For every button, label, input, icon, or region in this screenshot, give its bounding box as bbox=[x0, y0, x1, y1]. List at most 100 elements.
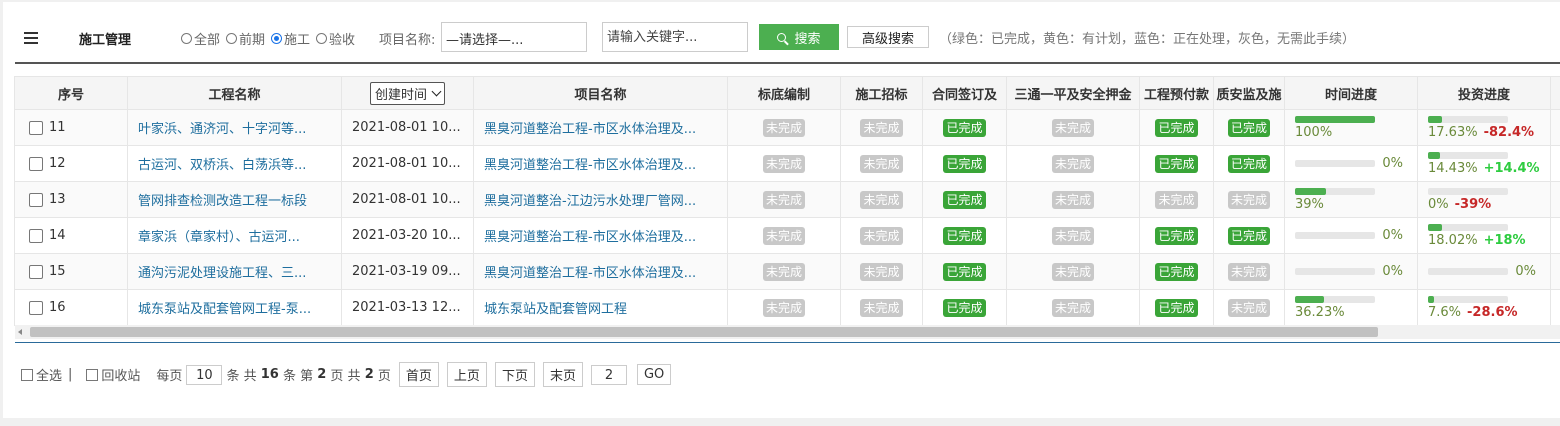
table-row[interactable]: 11 叶家浜、通济河、十字河等... 2021-08-01 10... 黑臭河道整治工… bbox=[14, 109, 1560, 146]
table-row[interactable]: 15 通沟污泥处理设施工程、三... 2021-03-19 09... 黑臭河道整治工… bbox=[14, 253, 1560, 290]
project-name-link[interactable]: 叶家浜、通济河、十字河等... bbox=[127, 109, 342, 146]
table-row[interactable]: 12 古运河、双桥浜、白荡浜等... 2021-08-01 10... 黑臭河道整治工… bbox=[14, 145, 1560, 182]
row-checkbox[interactable] bbox=[29, 156, 43, 171]
col-extra bbox=[1550, 76, 1560, 110]
time-progress-value: 39% bbox=[1295, 196, 1324, 212]
status-badge[interactable]: 已完成 bbox=[943, 226, 986, 245]
status-badge[interactable]: 未完成 bbox=[860, 262, 903, 281]
time-progress: 0% bbox=[1284, 217, 1418, 254]
prev-page-button[interactable]: 上页 bbox=[446, 362, 487, 387]
table-row[interactable]: 16 城东泵站及配套管网工程-泵... 2021-03-13 12... 城东泵站及配… bbox=[14, 289, 1560, 326]
status-cell: 未完成 bbox=[727, 289, 841, 326]
item-name-link[interactable]: 黑臭河道整治-江边污水处理厂管网... bbox=[473, 181, 728, 218]
go-button[interactable]: GO bbox=[636, 364, 672, 385]
item-name-link[interactable]: 黑臭河道整治工程-市区水体治理及... bbox=[473, 253, 728, 290]
project-select[interactable]: —请选择—... bbox=[441, 22, 587, 52]
status-badge[interactable]: 已完成 bbox=[943, 298, 986, 317]
time-progress-value: 0% bbox=[1382, 228, 1403, 243]
radio-acceptance[interactable]: 验收 bbox=[316, 29, 355, 48]
status-cell: 已完成 bbox=[1139, 289, 1214, 326]
radio-early[interactable]: 前期 bbox=[226, 29, 265, 48]
radio-dot bbox=[271, 33, 283, 44]
status-badge[interactable]: 未完成 bbox=[1227, 190, 1270, 209]
recycle-checkbox[interactable] bbox=[86, 368, 99, 381]
status-badge[interactable]: 已完成 bbox=[943, 154, 986, 173]
sort-select[interactable]: 创建时间 bbox=[369, 81, 445, 105]
project-name-link[interactable]: 管网排查检测改造工程一标段 bbox=[127, 181, 342, 218]
item-name-link[interactable]: 黑臭河道整治工程-市区水体治理及... bbox=[473, 109, 728, 146]
radio-all[interactable]: 全部 bbox=[181, 29, 220, 48]
status-badge[interactable]: 已完成 bbox=[1155, 262, 1198, 281]
table-row[interactable]: 13 管网排查检测改造工程一标段 2021-08-01 10... 黑臭河道整治-江边… bbox=[14, 181, 1560, 218]
status-badge[interactable]: 已完成 bbox=[1155, 298, 1198, 317]
row-checkbox[interactable] bbox=[29, 264, 43, 279]
extra-cell bbox=[1550, 253, 1560, 290]
search-button[interactable]: 搜索 bbox=[759, 24, 839, 50]
status-badge[interactable]: 未完成 bbox=[1155, 190, 1198, 209]
invest-progress-bar bbox=[1428, 115, 1508, 123]
status-badge[interactable]: 未完成 bbox=[762, 298, 805, 317]
status-badge[interactable]: 未完成 bbox=[860, 154, 903, 173]
status-badge[interactable]: 未完成 bbox=[1051, 154, 1094, 173]
next-page-button[interactable]: 下页 bbox=[494, 362, 535, 387]
project-name-label: 项目名称: bbox=[379, 33, 436, 48]
first-page-button[interactable]: 首页 bbox=[398, 362, 439, 387]
radio-construction[interactable]: 施工 bbox=[271, 29, 310, 48]
status-badge[interactable]: 未完成 bbox=[762, 190, 805, 209]
item-name-link[interactable]: 城东泵站及配套管网工程 bbox=[473, 289, 728, 326]
status-badge[interactable]: 未完成 bbox=[1051, 190, 1094, 209]
status-badge[interactable]: 未完成 bbox=[1051, 226, 1094, 245]
table-header-row: 序号 工程名称 创建时间 项目名称 标底编制 施工招标 合同签订及 三通一平及安… bbox=[14, 76, 1560, 110]
status-badge[interactable]: 已完成 bbox=[1155, 154, 1198, 173]
created-time: 2021-03-13 12... bbox=[341, 289, 474, 326]
status-badge[interactable]: 未完成 bbox=[762, 154, 805, 173]
status-badge[interactable]: 未完成 bbox=[1227, 298, 1270, 317]
status-badge[interactable]: 未完成 bbox=[1051, 118, 1094, 137]
status-badge[interactable]: 未完成 bbox=[762, 226, 805, 245]
scrollbar-thumb[interactable] bbox=[30, 327, 1378, 337]
status-cell: 已完成 bbox=[922, 289, 1007, 326]
advanced-search-button[interactable]: 高级搜索 bbox=[847, 26, 929, 48]
per-page-input[interactable]: 10 bbox=[186, 364, 223, 385]
scroll-left-icon[interactable] bbox=[18, 329, 22, 335]
item-name-link[interactable]: 黑臭河道整治工程-市区水体治理及... bbox=[473, 217, 728, 254]
table-row[interactable]: 14 章家浜（章家村）、古运河... 2021-03-20 10... 黑臭河道整治工… bbox=[14, 217, 1560, 254]
status-badge[interactable]: 已完成 bbox=[943, 118, 986, 137]
status-badge[interactable]: 已完成 bbox=[1227, 118, 1270, 137]
status-badge[interactable]: 未完成 bbox=[860, 298, 903, 317]
status-badge[interactable]: 未完成 bbox=[762, 118, 805, 137]
status-badge[interactable]: 未完成 bbox=[860, 226, 903, 245]
row-checkbox[interactable] bbox=[29, 300, 43, 315]
status-badge[interactable]: 未完成 bbox=[860, 118, 903, 137]
status-badge[interactable]: 未完成 bbox=[860, 190, 903, 209]
status-badge[interactable]: 已完成 bbox=[1155, 226, 1198, 245]
status-badge[interactable]: 已完成 bbox=[1227, 226, 1270, 245]
status-badge[interactable]: 未完成 bbox=[1227, 262, 1270, 281]
keyword-input[interactable] bbox=[602, 22, 748, 52]
total-count: 16 bbox=[260, 367, 279, 382]
goto-page-input[interactable]: 2 bbox=[590, 364, 627, 385]
row-checkbox[interactable] bbox=[29, 192, 43, 207]
row-checkbox[interactable] bbox=[29, 228, 43, 243]
table-body: 11 叶家浜、通济河、十字河等... 2021-08-01 10... 黑臭河道整治工… bbox=[14, 109, 1560, 326]
project-name-link[interactable]: 城东泵站及配套管网工程-泵... bbox=[127, 289, 342, 326]
status-badge[interactable]: 已完成 bbox=[943, 190, 986, 209]
invest-progress-value: 7.6% bbox=[1428, 304, 1462, 320]
project-table: 序号 工程名称 创建时间 项目名称 标底编制 施工招标 合同签订及 三通一平及安… bbox=[14, 76, 1560, 340]
project-name-link[interactable]: 章家浜（章家村）、古运河... bbox=[127, 217, 342, 254]
project-name-link[interactable]: 通沟污泥处理设施工程、三... bbox=[127, 253, 342, 290]
status-badge[interactable]: 已完成 bbox=[1155, 118, 1198, 137]
project-name-link[interactable]: 古运河、双桥浜、白荡浜等... bbox=[127, 145, 342, 182]
row-checkbox[interactable] bbox=[29, 120, 43, 135]
status-badge[interactable]: 未完成 bbox=[762, 262, 805, 281]
status-badge[interactable]: 已完成 bbox=[943, 262, 986, 281]
status-cell: 未完成 bbox=[727, 109, 841, 146]
menu-icon[interactable] bbox=[24, 32, 38, 44]
select-all-checkbox[interactable] bbox=[21, 368, 33, 381]
last-page-button[interactable]: 末页 bbox=[542, 362, 583, 387]
status-badge[interactable]: 未完成 bbox=[1051, 262, 1094, 281]
horizontal-scrollbar[interactable] bbox=[15, 325, 1560, 339]
status-badge[interactable]: 已完成 bbox=[1227, 154, 1270, 173]
status-badge[interactable]: 未完成 bbox=[1051, 298, 1094, 317]
item-name-link[interactable]: 黑臭河道整治工程-市区水体治理及... bbox=[473, 145, 728, 182]
